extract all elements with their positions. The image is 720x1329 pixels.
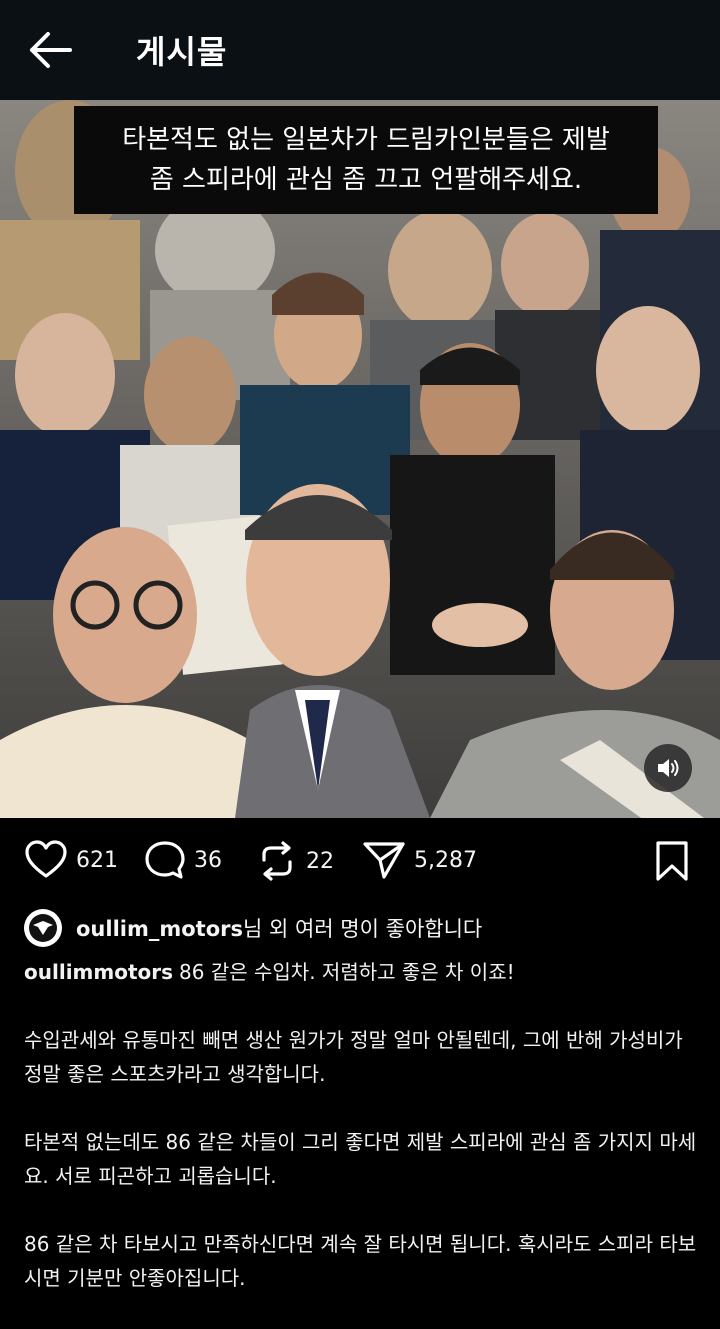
image-caption-line-1: 타본적도 없는 일본차가 드림카인분들은 제발 [122, 125, 610, 155]
image-caption-line-2: 좀 스피라에 관심 좀 끄고 언팔해주세요. [149, 165, 583, 195]
liked-by-suffix: 님 외 여러 명이 좋아합니다 [243, 917, 483, 941]
save-button[interactable] [654, 840, 690, 882]
top-bar: 게시물 [0, 0, 720, 100]
speaker-icon [658, 759, 679, 777]
post-paragraph-3: 타본적 없는데도 86 같은 차들이 그리 좋다면 제발 스피라에 관심 좀 가… [24, 1130, 697, 1188]
sound-toggle-button[interactable] [644, 744, 692, 792]
action-bar: 621 36 22 5,287 [0, 830, 720, 892]
comment-count: 36 [194, 847, 222, 873]
bookmark-icon [656, 841, 688, 881]
post-line-1: 86 같은 수입차. 저렴하고 좋은 차 이죠! [179, 960, 515, 984]
page-title: 게시물 [136, 33, 228, 71]
image-caption-box: 타본적도 없는 일본차가 드림카인분들은 제발 좀 스피라에 관심 좀 끄고 언… [74, 106, 658, 214]
arrow-left-icon [30, 32, 72, 68]
brand-logo-icon [29, 914, 57, 942]
liked-by-username[interactable]: oullim_motors [76, 917, 243, 941]
heart-icon [25, 840, 67, 878]
repost-button[interactable]: 22 [256, 840, 334, 882]
comment-button[interactable]: 36 [144, 840, 222, 880]
avatar[interactable] [24, 909, 62, 947]
liked-by-row[interactable]: oullim_motors님 외 여러 명이 좋아합니다 [24, 908, 482, 948]
post-author[interactable]: oullimmotors [24, 960, 173, 984]
post-caption: oullimmotors 86 같은 수입차. 저렴하고 좋은 차 이죠! 수입관… [24, 955, 704, 1329]
share-button[interactable]: 5,287 [362, 840, 477, 880]
post-paragraph-2: 수입관세와 유통마진 빼면 생산 원가가 정말 얼마 안될텐데, 그에 반해 가… [24, 1028, 683, 1086]
liked-by-text: oullim_motors님 외 여러 명이 좋아합니다 [76, 913, 482, 943]
post-paragraph-4: 86 같은 차 타보시고 만족하신다면 계속 잘 타시면 됩니다. 혹시라도 스… [24, 1232, 697, 1290]
back-button[interactable] [28, 30, 78, 70]
post-caption-first: oullimmotors 86 같은 수입차. 저렴하고 좋은 차 이죠! [24, 955, 704, 989]
like-button[interactable]: 621 [24, 840, 118, 880]
like-count: 621 [76, 847, 118, 873]
post-image[interactable]: 타본적도 없는 일본차가 드림카인분들은 제발 좀 스피라에 관심 좀 끄고 언… [0, 100, 720, 818]
speech-bubble-icon [145, 841, 185, 879]
repost-count: 22 [306, 848, 334, 874]
repost-icon [262, 841, 292, 881]
send-icon [363, 842, 405, 879]
share-count: 5,287 [414, 847, 477, 873]
